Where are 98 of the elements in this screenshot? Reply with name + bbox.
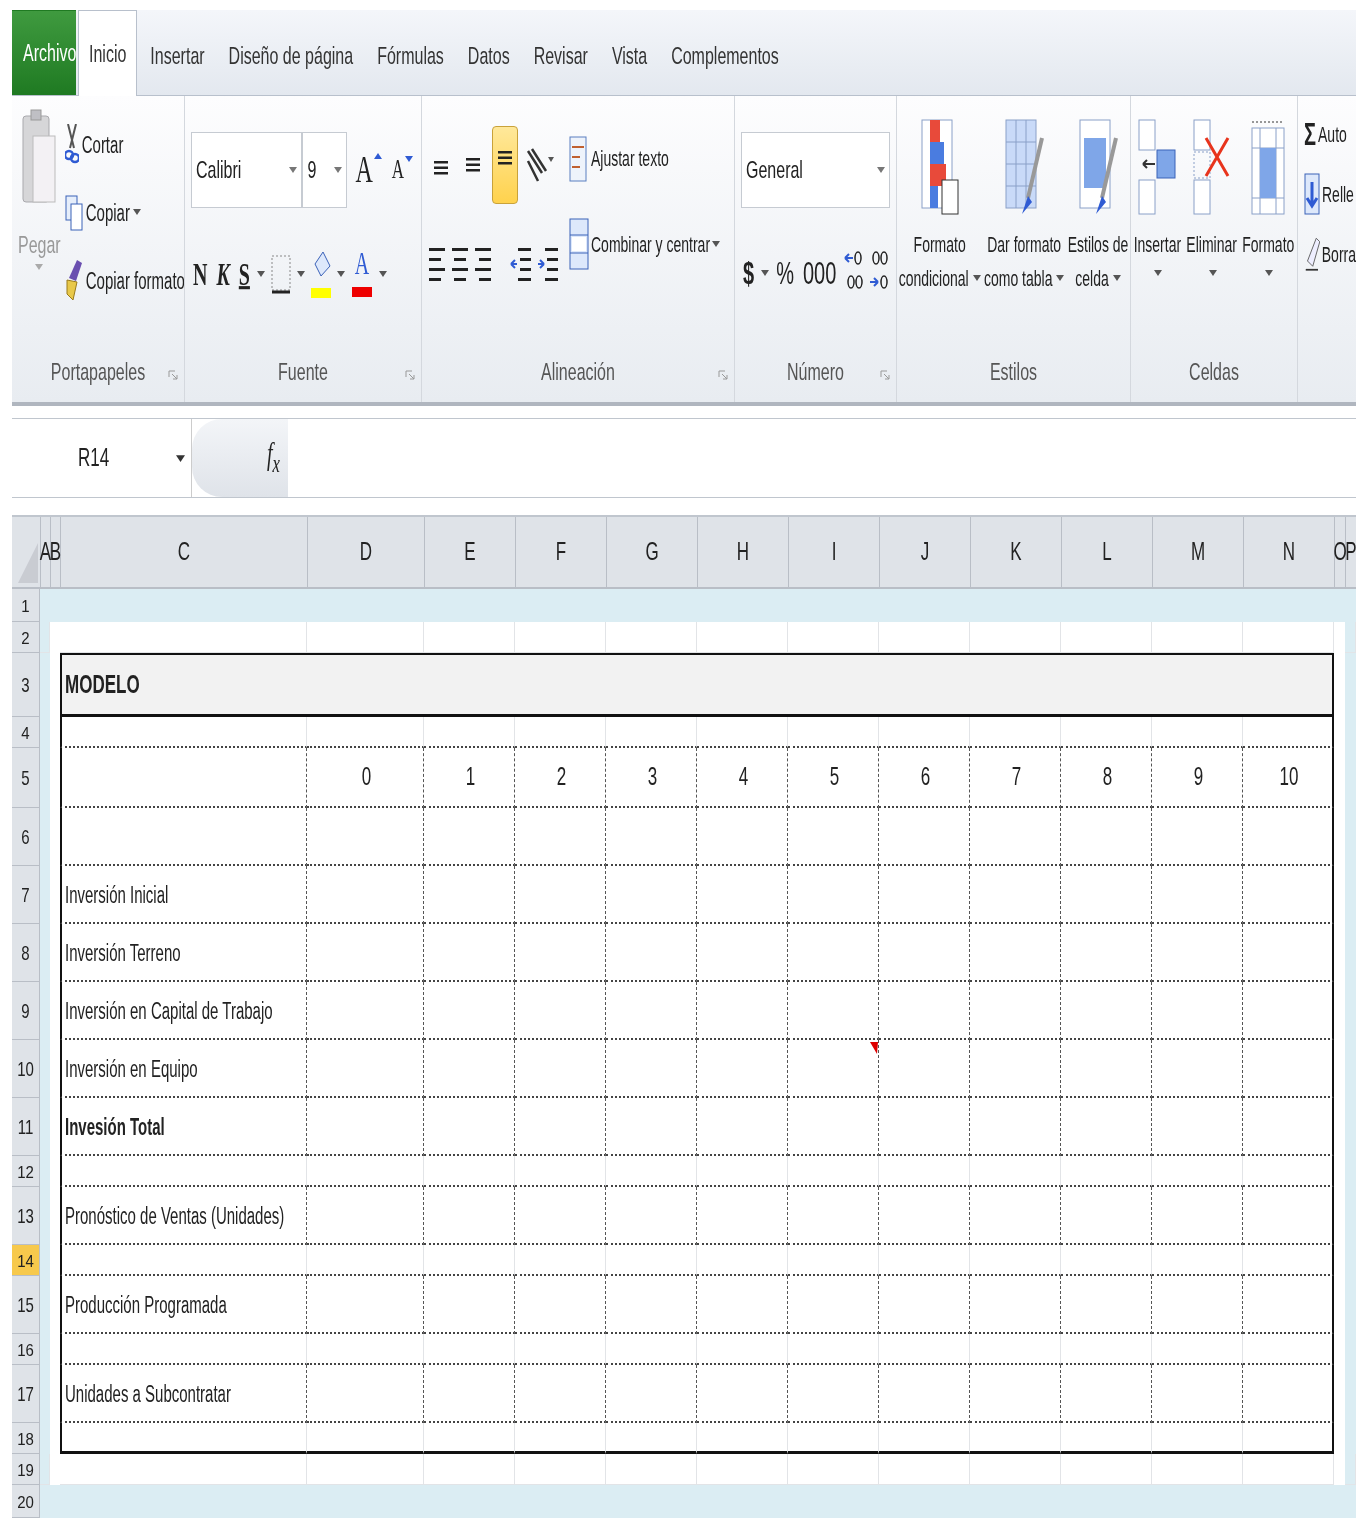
table-cell: 4 [697,748,788,808]
cut-button[interactable]: Cortar [64,116,184,172]
merge-center-button[interactable]: Combinar y centrar [569,216,721,272]
table-cell: 9 [1152,748,1243,808]
column-header[interactable]: A [40,517,50,587]
clear-button[interactable]: Borra [1304,226,1356,282]
row-header[interactable]: 19 [12,1454,40,1485]
row-header[interactable]: 7 [12,866,40,924]
table-cell: Unidades a Subcontratar [60,1365,307,1423]
row-header[interactable]: 4 [12,717,40,748]
column-header[interactable]: L [1061,517,1152,587]
column-header[interactable]: N [1243,517,1334,587]
bold-button[interactable]: N [191,262,210,286]
table-cell: 8 [1061,748,1152,808]
row-header[interactable]: 12 [12,1156,40,1187]
table-cell: Inversión Inicial [60,866,307,924]
table-cell: 7 [970,748,1061,808]
table-cell: Producción Programada [60,1276,307,1334]
row-header[interactable]: 3 [12,653,40,717]
row-header[interactable]: 9 [12,982,40,1040]
ribbon-tab[interactable]: Inicio [78,10,138,96]
table-cell: 3 [606,748,697,808]
row-header[interactable]: 6 [12,808,40,866]
column-header[interactable]: G [606,517,697,587]
column-header[interactable]: H [697,517,788,587]
table-cell: 1 [424,748,515,808]
shrink-font-button[interactable]: A [389,160,415,180]
group-label: Estilos [989,358,1038,386]
format-painter-button[interactable]: Copiar formato [64,252,184,308]
percent-button[interactable]: % [774,261,796,285]
table-cell: Inversión Terreno [60,924,307,982]
font-color-button[interactable]: A [349,251,374,297]
row-header[interactable]: 14 [12,1245,40,1276]
ribbon-tab[interactable]: Fórmulas [366,15,455,95]
number-format-field[interactable]: General [741,132,890,208]
row-header[interactable]: 16 [12,1334,40,1365]
table-cell: 5 [788,748,879,808]
ribbon-tab[interactable]: Complementos [660,15,790,95]
column-header[interactable]: O [1334,517,1345,587]
style-button[interactable]: Formato condicional [898,118,981,342]
insert-function-button[interactable]: f$_{x}$ [267,436,280,480]
thousands-button[interactable]: 000 [800,261,839,285]
grow-font-button[interactable]: A [353,156,384,184]
style-button[interactable]: Estilos de celda [1067,118,1129,342]
row-header[interactable]: 13 [12,1187,40,1245]
table-cell: 10 [1243,748,1334,808]
row-header[interactable]: 8 [12,924,40,982]
row-header[interactable]: 17 [12,1365,40,1423]
group-label: Portapapeles [50,358,146,386]
ribbon-tab[interactable]: Vista [600,15,659,95]
table-cell: Invesión Total [60,1098,307,1156]
row-header[interactable]: 5 [12,748,40,808]
column-header[interactable]: M [1152,517,1243,587]
row-header[interactable]: 11 [12,1098,40,1156]
column-header[interactable]: J [879,517,970,587]
font-family-field[interactable]: Calibri [191,132,303,208]
group-label: Fuente [278,358,328,386]
ribbon-tab[interactable]: Insertar [139,15,216,95]
fill-button[interactable]: Relle [1304,166,1356,222]
style-button[interactable]: Dar formato como tabla [983,118,1065,342]
row-header[interactable]: 2 [12,622,40,653]
table-cell: 6 [879,748,970,808]
column-header[interactable]: D [307,517,424,587]
row-header[interactable]: 1 [12,589,40,622]
currency-button[interactable]: $ [741,261,757,285]
cells-button[interactable]: Insertar [1133,118,1182,342]
group-label: Número [787,358,844,386]
row-header[interactable]: 10 [12,1040,40,1098]
table-cell: Inversión en Capital de Trabajo [60,982,307,1040]
underline-button[interactable]: S [236,262,252,286]
italic-button[interactable]: K [214,262,232,286]
ribbon-tab[interactable]: Datos [456,15,521,95]
copy-button[interactable]: Copiar [64,184,184,240]
table-cell: MODELO [60,653,1334,717]
ribbon-tab[interactable]: Revisar [522,15,599,95]
ribbon-tab[interactable]: Archivo [12,10,76,95]
group-label: Celdas [1189,358,1239,386]
cells-button[interactable]: Eliminar [1186,118,1237,342]
ribbon-tab[interactable]: Diseño de página [217,15,365,95]
table-cell: Inversión en Equipo [60,1040,307,1098]
font-size-field[interactable]: 9 [302,132,348,208]
column-header[interactable]: E [424,517,515,587]
column-header[interactable]: K [970,517,1061,587]
column-header[interactable]: I [788,517,879,587]
column-header[interactable]: F [515,517,606,587]
wrap-text-button[interactable]: Ajustar texto [569,130,721,186]
column-header[interactable]: P [1345,517,1356,587]
autosum-button[interactable]: ΣAuto [1304,106,1356,162]
row-header[interactable]: 15 [12,1276,40,1334]
column-header[interactable]: C [60,517,307,587]
row-header[interactable]: 20 [12,1485,40,1518]
table-cell: 2 [515,748,606,808]
group-label: Alineación [541,358,615,386]
table-cell: Pronóstico de Ventas (Unidades) [60,1187,307,1245]
column-header[interactable]: B [50,517,60,587]
row-header[interactable]: 18 [12,1423,40,1454]
cells-button[interactable]: Formato [1242,118,1295,342]
table-cell: 0 [307,748,424,808]
